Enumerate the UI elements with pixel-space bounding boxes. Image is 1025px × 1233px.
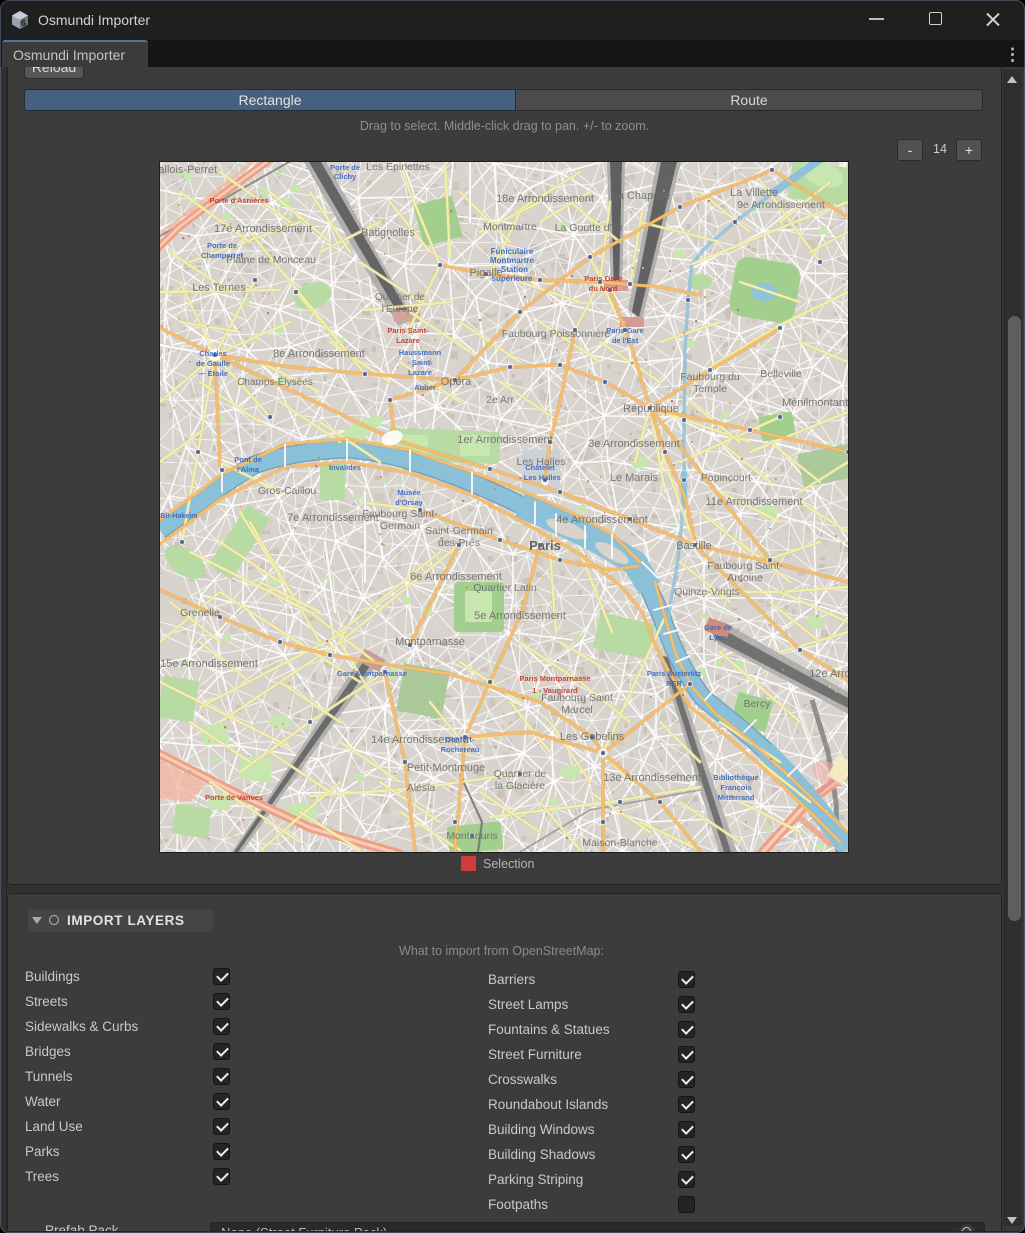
svg-text:6: 6 xyxy=(21,18,26,28)
